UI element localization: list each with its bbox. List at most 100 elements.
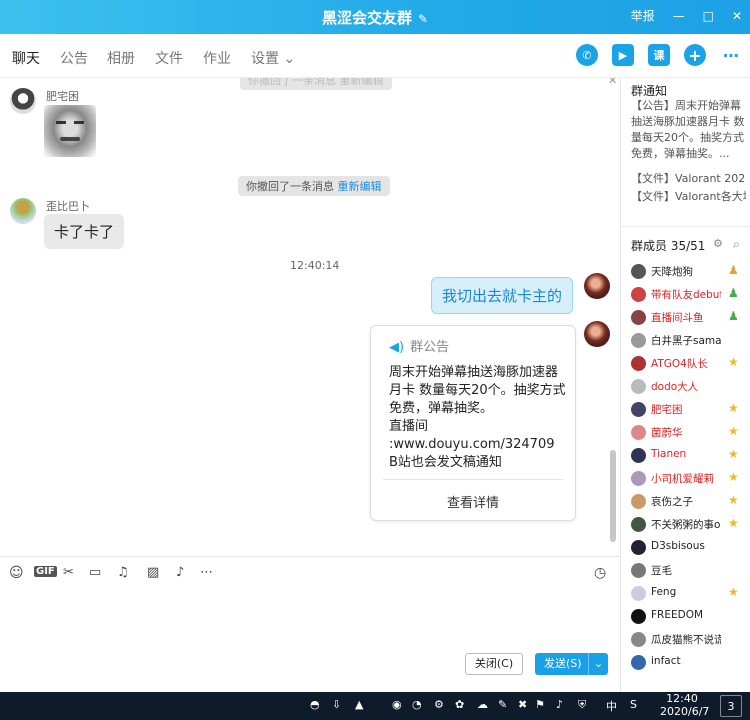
- my-avatar[interactable]: [584, 321, 610, 347]
- notice-preview[interactable]: 【公告】周末开始弹幕抽送海豚加速器月卡 数量每天20个。抽奖方式免费，弹幕抽奖。…: [631, 98, 746, 168]
- more-tools-icon[interactable]: ⋯: [200, 565, 213, 580]
- audio-icon[interactable]: ♪: [556, 698, 563, 711]
- member-avatar: [631, 586, 646, 601]
- star-icon: ★: [728, 401, 739, 415]
- file-item[interactable]: 【文件】Valorant 2020....: [631, 171, 746, 187]
- cloud-icon[interactable]: ☁: [477, 698, 488, 711]
- member-item[interactable]: Feng ★: [631, 583, 750, 605]
- view-details-link[interactable]: 查看详情: [371, 492, 575, 511]
- member-avatar: [631, 425, 646, 440]
- gif-icon[interactable]: GIF: [34, 566, 57, 577]
- window-controls: 举报 — □ ✕: [631, 7, 742, 24]
- avatar[interactable]: [10, 198, 36, 224]
- member-item[interactable]: 带有队友debuff的 ♟: [631, 284, 750, 306]
- ime-icon[interactable]: 中: [606, 698, 617, 714]
- file-item[interactable]: 【文件】Valorant各大地...: [631, 189, 746, 205]
- bell-icon[interactable]: ♪: [176, 565, 184, 580]
- flag-icon[interactable]: ⚑: [535, 698, 545, 711]
- settings-icon[interactable]: ⚙: [434, 698, 444, 711]
- sticker-image[interactable]: [44, 105, 96, 157]
- chat-scrollbar[interactable]: [610, 450, 616, 542]
- member-item[interactable]: Tianen ★: [631, 445, 750, 467]
- my-avatar[interactable]: [584, 273, 610, 299]
- tab-homework[interactable]: 作业: [203, 48, 231, 68]
- star-icon: ★: [728, 424, 739, 438]
- sogou-icon[interactable]: S: [630, 698, 637, 711]
- add-icon[interactable]: +: [684, 44, 706, 66]
- member-role-icon: ♟: [728, 263, 739, 277]
- browser-icon[interactable]: ◉: [392, 698, 402, 711]
- member-item[interactable]: 豆毛: [631, 560, 750, 582]
- re-edit-link[interactable]: 重新编辑: [338, 180, 382, 193]
- member-item[interactable]: 瓜皮猫熊不说谎: [631, 629, 750, 651]
- avatar[interactable]: [10, 88, 36, 114]
- member-name: 肥宅困: [651, 404, 683, 416]
- clock[interactable]: 12:40 2020/6/7: [660, 692, 709, 718]
- folder-icon[interactable]: ▭: [89, 565, 101, 580]
- tab-chat[interactable]: 聊天: [12, 48, 40, 81]
- send-options-icon[interactable]: ⌄: [588, 653, 608, 675]
- tab-files[interactable]: 文件: [155, 48, 183, 68]
- member-item[interactable]: FREEDOM: [631, 606, 750, 628]
- member-item[interactable]: ATGO4队长 ★: [631, 353, 750, 375]
- tab-album[interactable]: 相册: [107, 48, 135, 68]
- send-button[interactable]: 发送(S) ⌄: [535, 653, 608, 675]
- message-bubble[interactable]: 卡了卡了: [44, 214, 125, 249]
- star-icon: ★: [728, 493, 739, 507]
- header-actions: ✆ ▶ 课 + ⋯: [576, 44, 742, 66]
- members-title: 群成员 35/51: [631, 239, 706, 253]
- maximize-button[interactable]: □: [703, 9, 714, 23]
- notice-card-header: ◀) 群公告: [389, 336, 449, 355]
- edit-title-icon[interactable]: ✎: [418, 12, 428, 26]
- download-icon[interactable]: ⇩: [332, 698, 341, 711]
- member-name: 白井黑子sama: [651, 335, 721, 347]
- member-item[interactable]: 菌蔚华 ★: [631, 422, 750, 444]
- class-icon[interactable]: 课: [648, 44, 670, 66]
- member-avatar: [631, 333, 646, 348]
- member-item[interactable]: 肥宅困 ★: [631, 399, 750, 421]
- flower-icon[interactable]: ✿: [455, 698, 464, 711]
- member-item[interactable]: infact: [631, 652, 750, 674]
- member-item[interactable]: 天降炮狗 ♟: [631, 261, 750, 283]
- member-item[interactable]: 直播间斗鱼 ♟: [631, 307, 750, 329]
- report-button[interactable]: 举报: [631, 7, 655, 24]
- app-icon[interactable]: ◓: [310, 698, 320, 711]
- member-avatar: [631, 609, 646, 624]
- screenshot-icon[interactable]: ✂: [63, 565, 74, 580]
- security-icon[interactable]: ✖: [518, 698, 527, 711]
- system-message: 你撤回了一条消息 重新编辑: [238, 176, 390, 196]
- message-input[interactable]: [0, 586, 620, 692]
- emoji-icon[interactable]: ☺: [9, 565, 24, 581]
- member-item[interactable]: 白井黑子sama: [631, 330, 750, 352]
- shield-icon[interactable]: ⛨: [578, 698, 586, 712]
- video-icon[interactable]: ▶: [612, 44, 634, 66]
- member-item[interactable]: D3sbisous: [631, 537, 750, 559]
- image-icon[interactable]: ▨: [147, 565, 159, 580]
- my-message-bubble[interactable]: 我切出去就卡主的: [431, 277, 574, 314]
- more-icon[interactable]: ⋯: [720, 44, 742, 66]
- music-icon[interactable]: ♫: [117, 565, 129, 580]
- member-settings-icon[interactable]: ⚙: [713, 237, 723, 250]
- search-members-icon[interactable]: ⌕: [733, 237, 740, 252]
- member-avatar: [631, 494, 646, 509]
- member-item[interactable]: dodo大人: [631, 376, 750, 398]
- member-avatar: [631, 517, 646, 532]
- close-button[interactable]: 关闭(C): [465, 653, 523, 675]
- megaphone-icon: ◀): [389, 340, 405, 355]
- member-item[interactable]: 不关粥粥的事o ★: [631, 514, 750, 536]
- phone-icon[interactable]: ✆: [576, 44, 598, 66]
- notification-center-icon[interactable]: 3: [720, 695, 742, 717]
- minimize-button[interactable]: —: [673, 9, 685, 23]
- group-notice-card[interactable]: ◀) 群公告 周末开始弹幕抽送海豚加速器月卡 数量每天20个。抽奖方式免费，弹幕抽…: [370, 325, 576, 521]
- qq-icon[interactable]: ◔: [412, 698, 422, 711]
- tab-announcement[interactable]: 公告: [60, 48, 88, 68]
- pen-icon[interactable]: ✎: [498, 698, 507, 711]
- nvidia-icon[interactable]: ▲: [355, 698, 363, 711]
- close-notice-icon[interactable]: ✕: [608, 78, 617, 87]
- member-name: 天降炮狗: [651, 266, 693, 278]
- history-icon[interactable]: ◷: [594, 565, 606, 581]
- close-window-button[interactable]: ✕: [732, 9, 742, 23]
- tab-settings[interactable]: 设置 ⌄: [251, 48, 295, 68]
- member-item[interactable]: 小司机爱耀莉 ★: [631, 468, 750, 490]
- member-item[interactable]: 哀伤之子 ★: [631, 491, 750, 513]
